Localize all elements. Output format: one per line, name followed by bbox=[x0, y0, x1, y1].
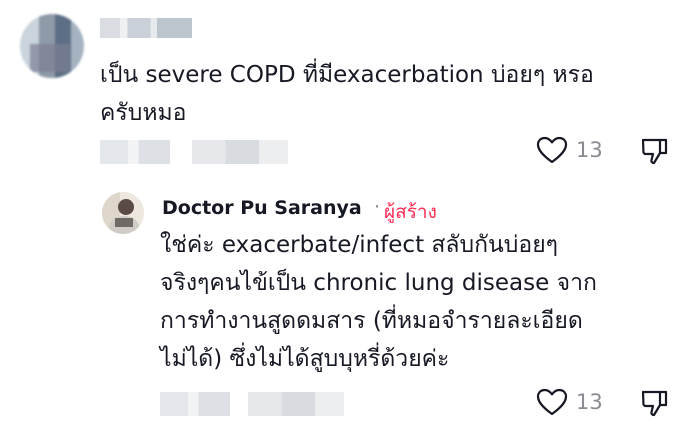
reply-like-count: 13 bbox=[576, 390, 603, 414]
reply-author-name[interactable]: Doctor Pu Saranya bbox=[162, 197, 362, 219]
avatar-photo bbox=[102, 192, 144, 234]
comment-text-line-1: เป็น severe COPD ที่มีexacerbation บ่อยๆ… bbox=[100, 62, 594, 88]
username-redacted[interactable] bbox=[100, 18, 192, 38]
heart-outline-icon bbox=[536, 388, 568, 416]
thumbs-down-icon bbox=[641, 138, 668, 165]
reply-reply-button-redacted[interactable] bbox=[248, 392, 344, 416]
heart-outline-icon bbox=[536, 136, 568, 164]
reply-avatar[interactable] bbox=[102, 192, 144, 234]
reply-text-line-1: ใช่ค่ะ exacerbate/infect สลับกันบ่อยๆ bbox=[160, 232, 559, 258]
reply-button-redacted[interactable] bbox=[192, 140, 288, 164]
like-count: 13 bbox=[576, 138, 603, 162]
creator-badge: ผู้สร้าง bbox=[384, 201, 437, 223]
timestamp-redacted bbox=[100, 140, 170, 164]
reply-timestamp-redacted bbox=[160, 392, 230, 416]
like-button[interactable]: 13 bbox=[536, 136, 603, 164]
separator-dot: · bbox=[374, 196, 381, 218]
reply-text-line-3: การทำงานสูดดมสาร (ที่หมอจำรายละเอียด bbox=[160, 308, 583, 334]
reply-like-button[interactable]: 13 bbox=[536, 388, 603, 416]
dislike-button[interactable] bbox=[640, 136, 670, 170]
reply-dislike-button[interactable] bbox=[640, 388, 670, 422]
reply-text-line-4: ไม่ได้) ซึ่งไม่ได้สูบบุหรี่ด้วยค่ะ bbox=[160, 346, 450, 372]
thumbs-down-icon bbox=[641, 390, 668, 417]
reply-text-line-2: จริงๆคนไข้เป็น chronic lung disease จาก bbox=[160, 270, 597, 296]
comment-text-line-2: ครับหมอ bbox=[100, 100, 187, 126]
avatar[interactable] bbox=[20, 14, 84, 78]
